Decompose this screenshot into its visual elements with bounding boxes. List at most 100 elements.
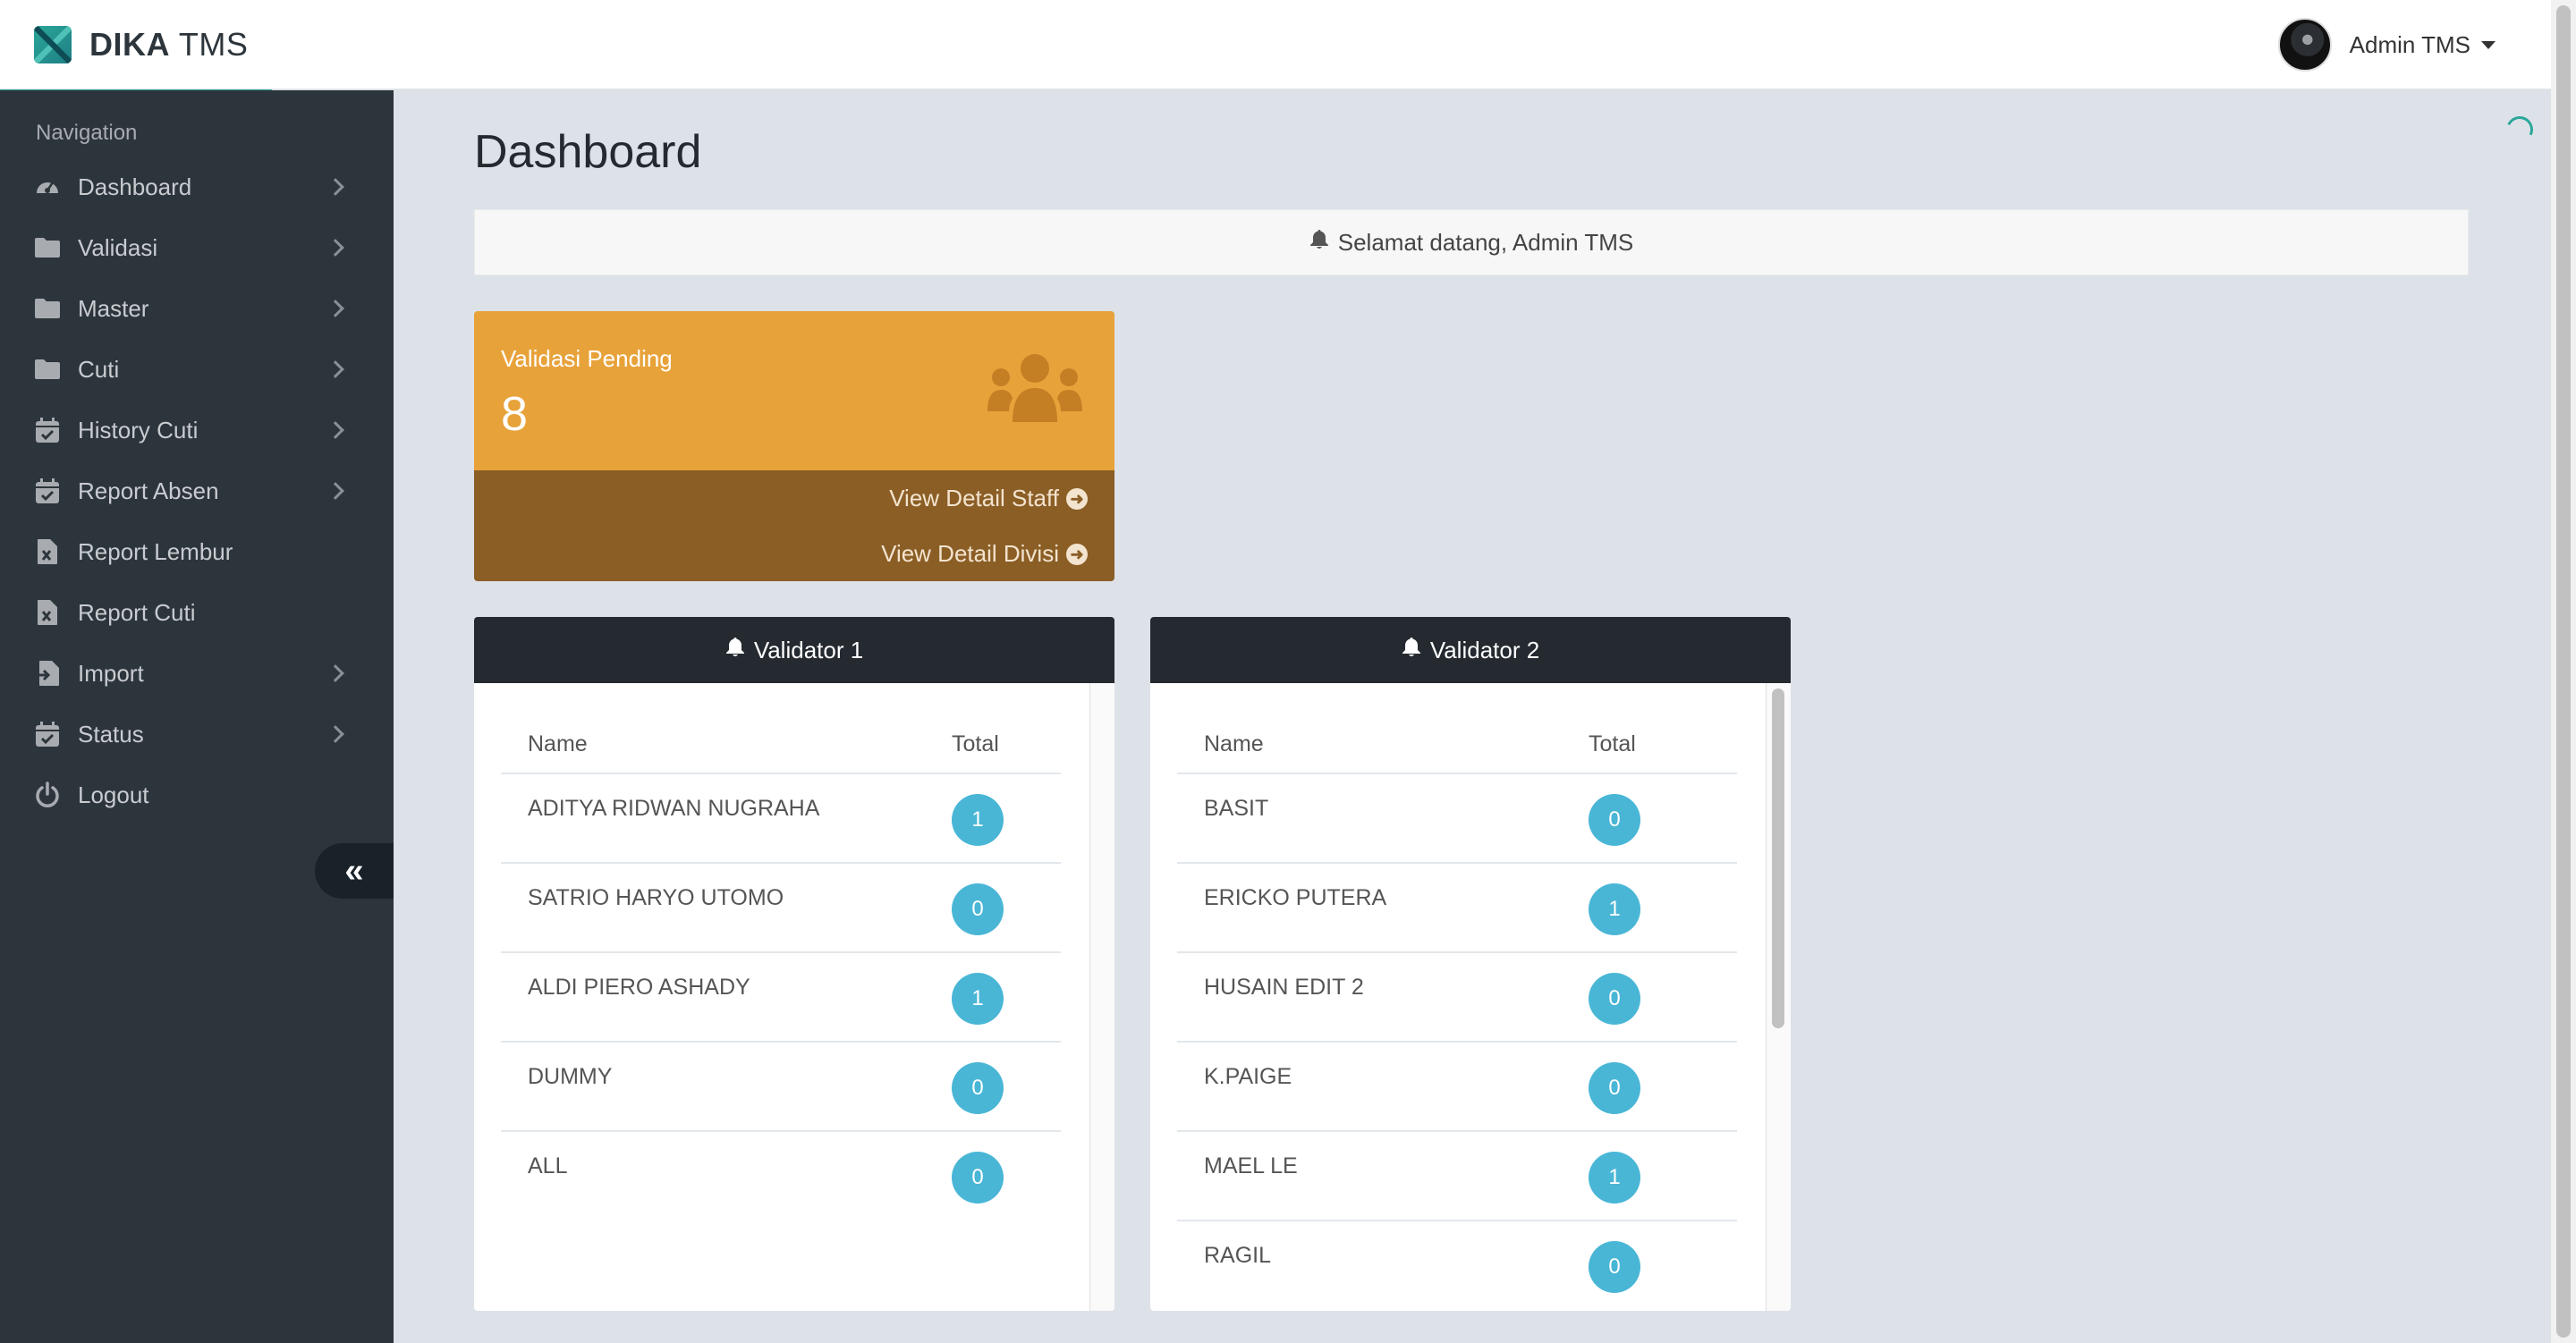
table-row: ERICKO PUTERA 1: [1177, 864, 1737, 953]
table-row: K.PAIGE 0: [1177, 1043, 1737, 1132]
folder-icon: [34, 295, 61, 322]
column-header-name: Name: [528, 731, 588, 756]
sidebar-item-label: Status: [78, 720, 144, 748]
sidebar-item-dashboard[interactable]: Dashboard: [0, 156, 394, 217]
validator-2-table: Name Total BASIT 0 ERICKO PUTERA 1 HUSAIN …: [1177, 714, 1737, 1311]
sidebar-item-label: Report Lembur: [78, 537, 233, 565]
total-badge: 0: [1589, 1241, 1640, 1293]
sidebar-item-report-lembur[interactable]: Report Lembur: [0, 521, 394, 582]
sidebar-item-label: Master: [78, 294, 149, 322]
panel-scrollbar[interactable]: [1766, 683, 1791, 1311]
table-row: BASIT 0: [1177, 774, 1737, 864]
table-row: ADITYA RIDWAN NUGRAHA 1: [501, 774, 1061, 864]
validator-2-panel: Validator 2 Name Total BASIT 0 ERICKO PUT…: [1150, 617, 1791, 1311]
validator-1-panel: Validator 1 Name Total ADITYA RIDWAN NUG…: [474, 617, 1114, 1311]
users-icon: [986, 352, 1084, 424]
panel-scrollbar-thumb[interactable]: [1772, 688, 1784, 1028]
sidebar-item-label: History Cuti: [78, 416, 199, 443]
arrow-circle-right-icon: ➜: [1066, 543, 1088, 565]
user-name: Admin TMS: [2349, 30, 2470, 58]
validator-1-table: Name Total ADITYA RIDWAN NUGRAHA 1 SATRIO…: [501, 714, 1061, 1221]
chevron-right-icon: [326, 664, 344, 682]
brand-logo-icon: [34, 26, 72, 63]
total-badge: 0: [1589, 1062, 1640, 1114]
view-detail-divisi-link[interactable]: View Detail Divisi ➜: [881, 540, 1088, 568]
table-row: SATRIO HARYO UTOMO 0: [501, 864, 1061, 953]
column-header-total: Total: [952, 731, 999, 756]
chevron-right-icon: [326, 239, 344, 257]
row-name: DUMMY: [528, 1064, 613, 1089]
stat-card-validasi-pending: Validasi Pending 8 View Detail Staff ➜ Vi…: [474, 311, 1114, 581]
chevron-right-icon: [326, 725, 344, 743]
table-row: RAGIL 0: [1177, 1221, 1737, 1311]
sidebar-item-label: Import: [78, 659, 144, 687]
sidebar-item-label: Report Absen: [78, 477, 219, 504]
sidebar-item-label: Dashboard: [78, 173, 192, 200]
chevron-right-icon: [326, 482, 344, 500]
page-scrollbar-thumb[interactable]: [2556, 5, 2571, 1338]
welcome-text: Selamat datang, Admin TMS: [1337, 228, 1634, 256]
total-badge: 0: [1589, 973, 1640, 1025]
bell-icon: [1309, 229, 1329, 257]
table-row: DUMMY 0: [501, 1043, 1061, 1132]
total-badge: 1: [952, 973, 1004, 1025]
view-detail-staff-link[interactable]: View Detail Staff ➜: [889, 485, 1088, 512]
arrow-circle-right-icon: ➜: [1066, 487, 1088, 510]
total-badge: 1: [1589, 1152, 1640, 1204]
total-badge: 1: [952, 794, 1004, 846]
folder-icon: [34, 356, 61, 383]
table-row: MAEL LE 1: [1177, 1132, 1737, 1221]
row-name: ERICKO PUTERA: [1204, 885, 1387, 910]
sidebar-item-label: Cuti: [78, 355, 120, 383]
sidebar-item-import[interactable]: Import: [0, 643, 394, 704]
welcome-alert: Selamat datang, Admin TMS: [474, 209, 2469, 275]
panel-title: Validator 1: [753, 636, 864, 663]
total-badge: 0: [952, 1062, 1004, 1114]
stat-value: 8: [501, 387, 529, 441]
panel-body: Name Total BASIT 0 ERICKO PUTERA 1 HUSAIN …: [1150, 683, 1766, 1311]
sidebar-collapse-button[interactable]: «: [315, 843, 394, 899]
panel-title: Validator 2: [1429, 636, 1540, 663]
stat-title: Validasi Pending: [501, 345, 673, 372]
chevron-right-icon: [326, 421, 344, 439]
calendar-check-icon: [34, 417, 61, 443]
sidebar-item-status[interactable]: Status: [0, 704, 394, 764]
sidebar-item-report-cuti[interactable]: Report Cuti: [0, 582, 394, 643]
total-badge: 0: [952, 1152, 1004, 1204]
avatar: [2277, 18, 2332, 72]
caret-down-icon: [2481, 40, 2496, 49]
dashboard-gauge-icon: [34, 173, 61, 200]
panel-scrollbar[interactable]: [1089, 683, 1114, 1311]
sidebar-item-report-absen[interactable]: Report Absen: [0, 460, 394, 521]
chevron-right-icon: [326, 300, 344, 317]
table-row: ALDI PIERO ASHADY 1: [501, 953, 1061, 1043]
sidebar-item-validasi[interactable]: Validasi: [0, 217, 394, 278]
top-header: DIKA TMS Admin TMS: [0, 0, 2551, 89]
nav-header: Navigation: [36, 121, 138, 145]
total-badge: 0: [952, 883, 1004, 935]
stat-card-footer: View Detail Staff ➜ View Detail Divisi ➜: [474, 470, 1114, 581]
chevron-right-icon: [326, 178, 344, 196]
sidebar-item-cuti[interactable]: Cuti: [0, 339, 394, 400]
sidebar-item-master[interactable]: Master: [0, 278, 394, 339]
panel-heading: Validator 1: [474, 617, 1114, 683]
stat-card-top: Validasi Pending 8: [474, 311, 1114, 470]
sidebar-item-logout[interactable]: Logout: [0, 764, 394, 825]
chevron-right-icon: [326, 360, 344, 378]
column-header-total: Total: [1589, 731, 1636, 756]
file-excel-icon: [34, 538, 61, 565]
row-name: K.PAIGE: [1204, 1064, 1292, 1089]
brand-logo-link[interactable]: DIKA TMS: [34, 25, 248, 64]
page-scrollbar[interactable]: [2551, 0, 2576, 1343]
loading-spinner-icon: [2502, 112, 2538, 148]
brand-name: DIKA TMS: [89, 26, 249, 63]
table-header: Name Total: [1177, 714, 1737, 774]
bell-icon: [1402, 637, 1421, 664]
panel-body: Name Total ADITYA RIDWAN NUGRAHA 1 SATRIO…: [474, 683, 1089, 1311]
sidebar-item-label: Report Cuti: [78, 598, 196, 626]
column-header-name: Name: [1204, 731, 1264, 756]
total-badge: 0: [1589, 794, 1640, 846]
row-name: RAGIL: [1204, 1243, 1272, 1268]
sidebar-item-history-cuti[interactable]: History Cuti: [0, 400, 394, 460]
user-menu-dropdown[interactable]: Admin TMS: [2277, 18, 2496, 72]
